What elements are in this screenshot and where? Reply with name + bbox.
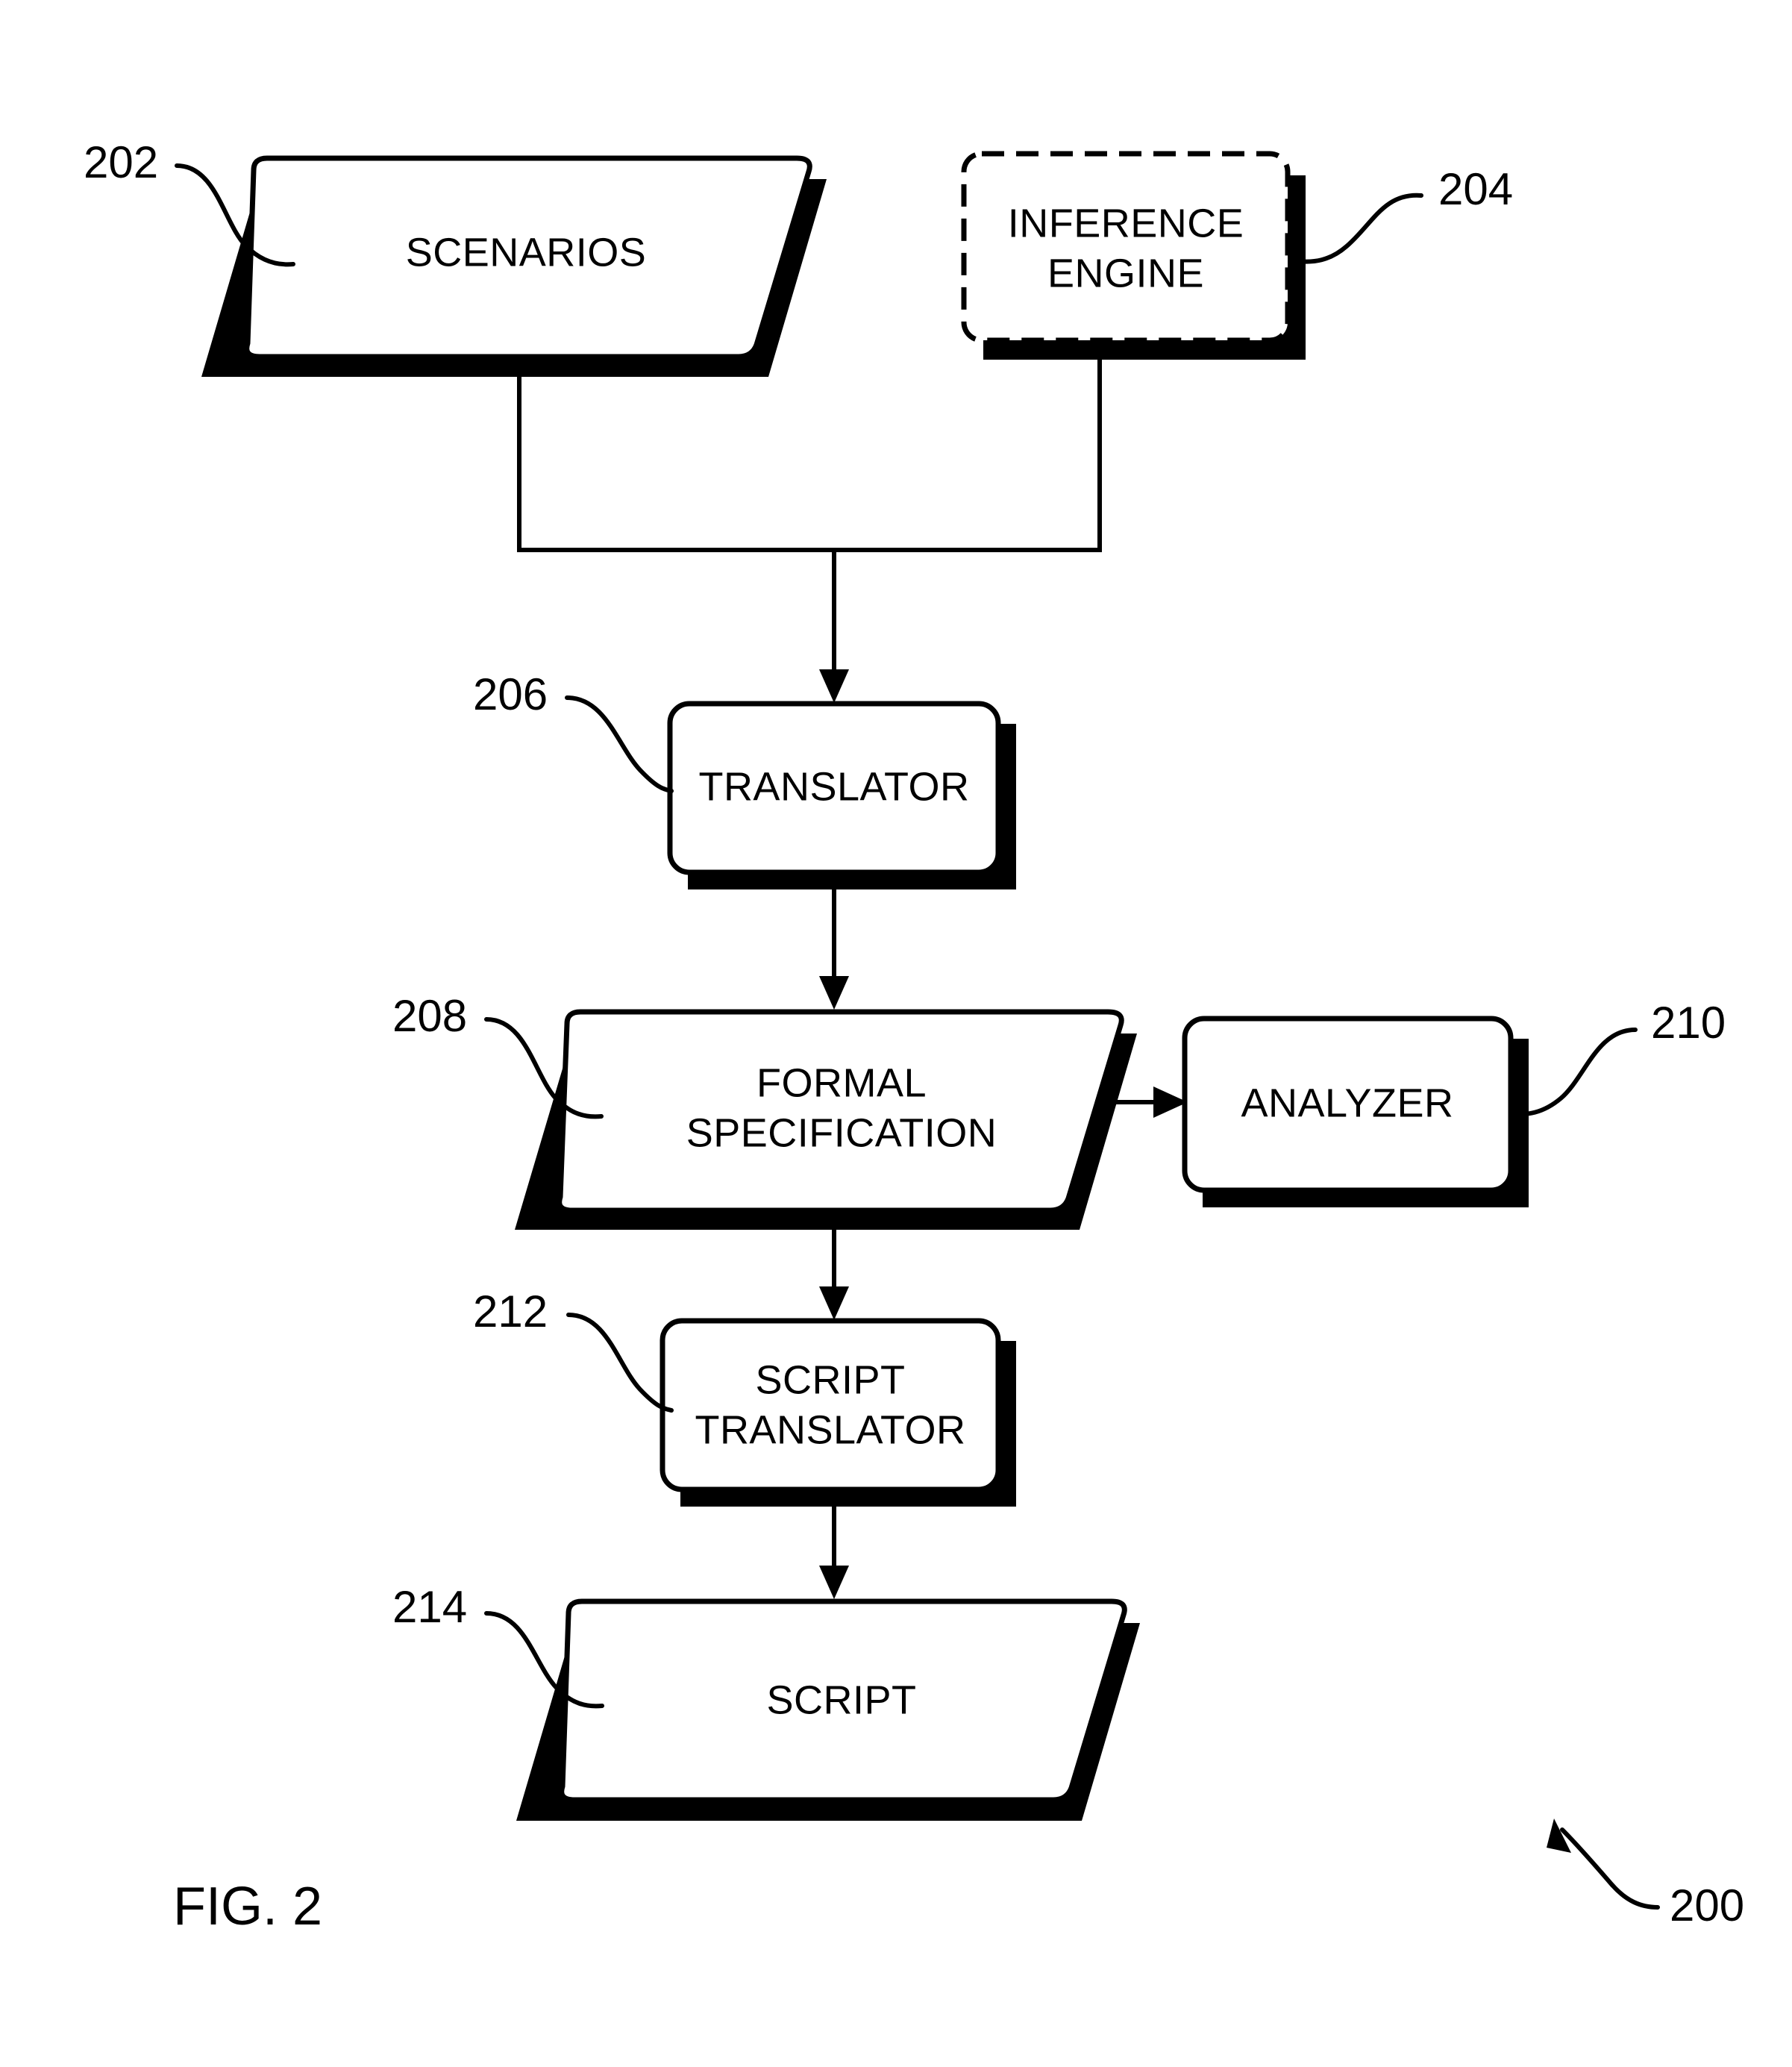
edge-merge-to-translator <box>517 342 1102 703</box>
ref-leader-206: 206 <box>473 669 674 793</box>
ref-leader-210: 210 <box>1509 998 1726 1116</box>
node-inference-engine[interactable]: INFERENCE ENGINE <box>961 151 1306 360</box>
ref-leader-204-curve <box>1296 193 1423 264</box>
node-script[interactable]: SCRIPT <box>516 1598 1140 1821</box>
script-translator-label-line2: TRANSLATOR <box>695 1407 965 1452</box>
ref-number-200: 200 <box>1670 1880 1744 1930</box>
ref-leader-204: 204 <box>1296 164 1513 264</box>
ref-number-206: 206 <box>473 669 548 719</box>
arrowhead-to-translator <box>819 669 849 703</box>
arrowhead-to-script <box>819 1566 849 1599</box>
ref-leader-212-curve <box>566 1313 674 1413</box>
patent-figure-flowchart: SCENARIOS 202 INFERENCE ENGINE 204 TRANS… <box>84 137 1744 1936</box>
inference-engine-label-line1: INFERENCE <box>1008 201 1244 246</box>
scenarios-label: SCENARIOS <box>406 230 647 275</box>
edge-translator-to-formal-spec <box>819 872 849 1010</box>
inference-engine-label-line2: ENGINE <box>1047 251 1204 295</box>
node-scenarios[interactable]: SCENARIOS <box>201 155 827 377</box>
ref-number-208: 208 <box>392 991 467 1041</box>
inference-engine-fill <box>964 154 1288 340</box>
script-translator-fill <box>662 1321 998 1489</box>
script-label: SCRIPT <box>766 1677 916 1722</box>
ref-leader-210-curve <box>1509 1028 1638 1116</box>
node-formal-specification[interactable]: FORMAL SPECIFICATION <box>515 1009 1137 1230</box>
arrowhead-to-formal-spec <box>819 976 849 1010</box>
node-analyzer[interactable]: ANALYZER <box>1182 1016 1529 1207</box>
ref-leader-200: 200 <box>1547 1819 1744 1930</box>
node-translator[interactable]: TRANSLATOR <box>667 701 1016 889</box>
node-script-translator[interactable]: SCRIPT TRANSLATOR <box>660 1318 1016 1507</box>
ref-number-210: 210 <box>1651 998 1726 1048</box>
analyzer-label: ANALYZER <box>1241 1081 1453 1125</box>
ref-number-214: 214 <box>392 1582 467 1632</box>
ref-number-204: 204 <box>1438 164 1513 214</box>
ref-number-202: 202 <box>84 137 158 187</box>
ref-number-212: 212 <box>473 1286 548 1336</box>
script-translator-label-line1: SCRIPT <box>755 1357 905 1402</box>
figure-caption: FIG. 2 <box>173 1877 322 1936</box>
translator-label: TRANSLATOR <box>698 764 969 809</box>
ref-leader-206-curve <box>565 695 674 793</box>
arrowhead-to-script-translator <box>819 1286 849 1320</box>
ref-leader-200-curve <box>1560 1827 1660 1910</box>
formal-spec-label-line1: FORMAL <box>756 1060 927 1105</box>
formal-spec-label-line2: SPECIFICATION <box>686 1110 997 1155</box>
ref-leader-212: 212 <box>473 1286 674 1413</box>
